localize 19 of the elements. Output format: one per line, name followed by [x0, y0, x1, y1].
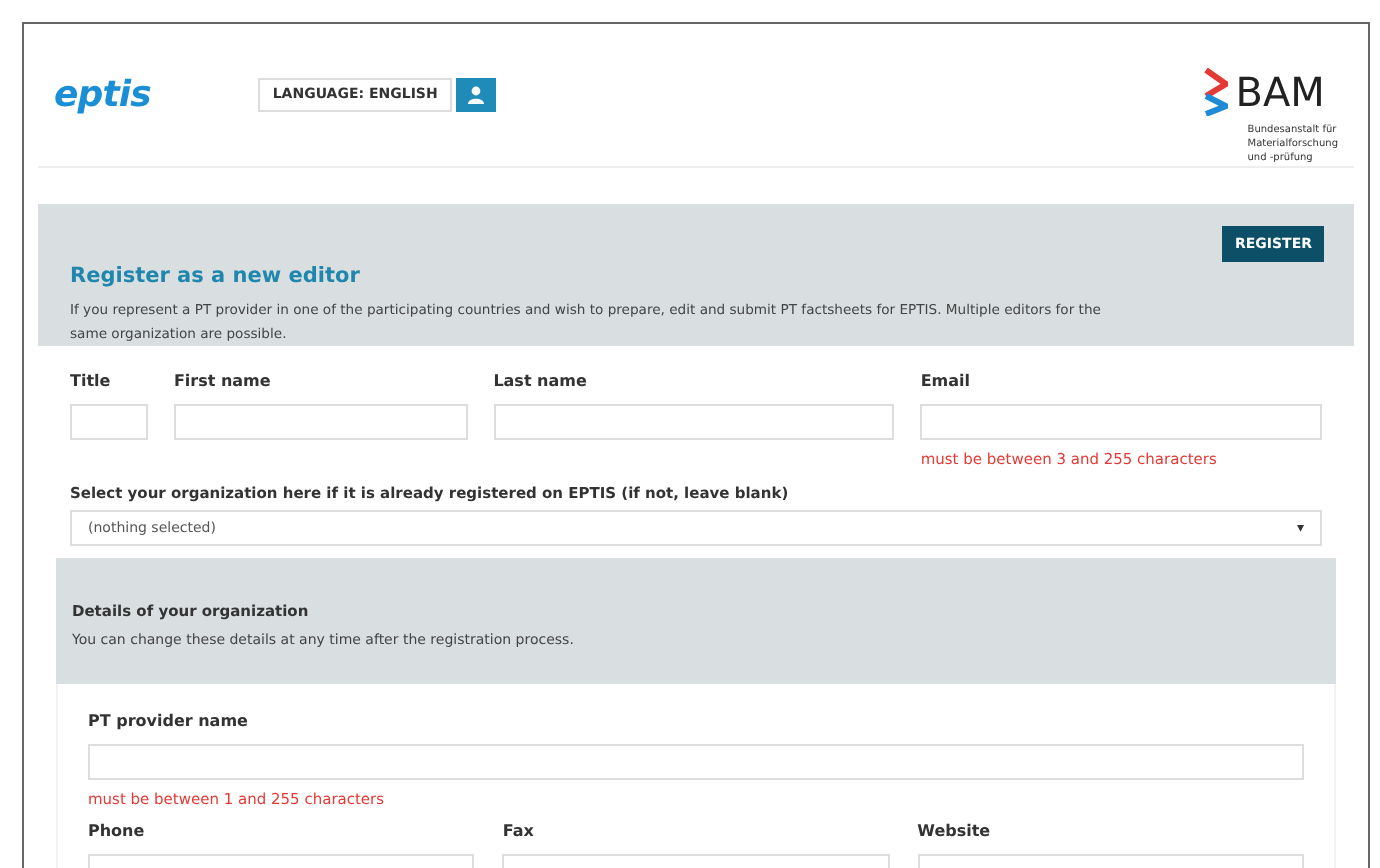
input-field[interactable]	[70, 404, 148, 440]
field-label: Website	[917, 822, 993, 842]
field-label: Email	[920, 372, 973, 392]
section-title: Register as a new editor	[70, 264, 360, 288]
input-field[interactable]	[493, 404, 895, 440]
input-field[interactable]	[173, 404, 468, 440]
field-label: PT provider name	[88, 712, 250, 732]
eptis-logo[interactable]: eptis	[54, 76, 151, 116]
field-label: Title	[70, 372, 113, 392]
field-label: Last name	[493, 372, 589, 392]
bam-logo-icon	[1203, 68, 1228, 116]
field-label: First name	[173, 372, 273, 392]
field-label: Fax	[502, 822, 536, 842]
input-field[interactable]	[920, 404, 1322, 440]
user-icon	[467, 86, 484, 104]
field-label: Phone	[88, 822, 147, 842]
bam-logo-text: BAM	[1235, 70, 1325, 114]
input-field[interactable]	[88, 744, 1304, 780]
user-button[interactable]	[455, 78, 496, 112]
